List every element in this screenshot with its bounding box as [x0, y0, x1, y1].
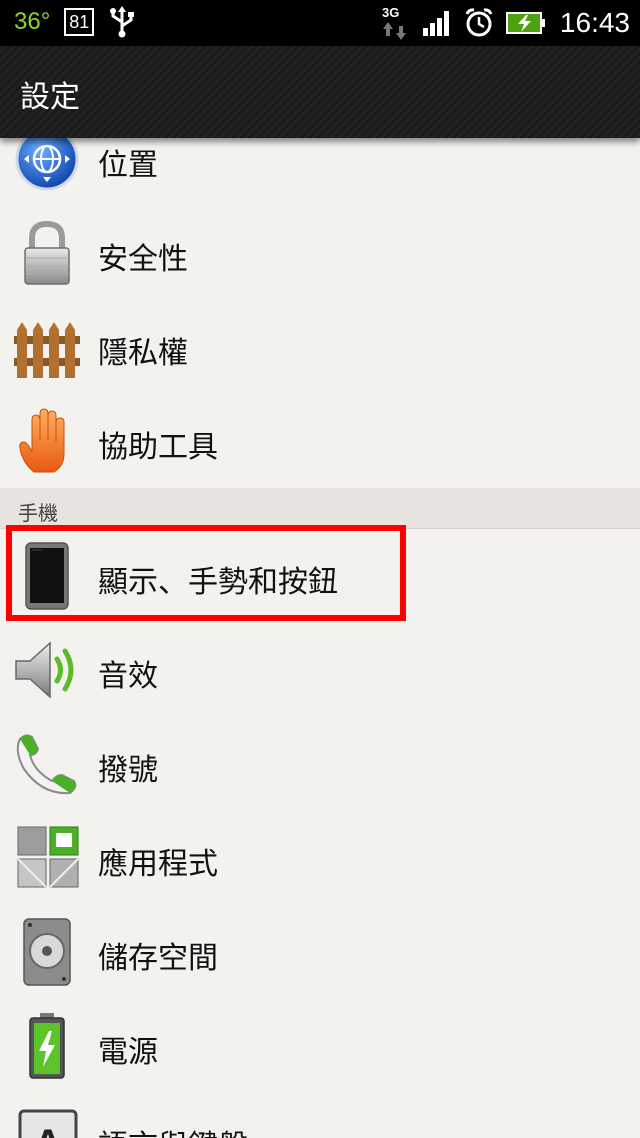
settings-item-label: 位置 [98, 148, 158, 183]
battery-icon [29, 1013, 65, 1079]
settings-item-label: 應用程式 [98, 847, 218, 882]
storage-drive-icon [23, 918, 71, 986]
signal-strength-icon [422, 11, 449, 36]
battery-charging-icon [505, 12, 545, 34]
usb-icon [110, 6, 135, 38]
alarm-icon [465, 8, 493, 37]
settings-list[interactable]: 位置 安全性 隱私權 協助工具 手機 顯示、手勢和按鈕 音效 撥號 應用程式 儲… [0, 138, 640, 1138]
svg-text:A: A [34, 1122, 63, 1138]
settings-item-label: 安全性 [98, 242, 188, 277]
settings-item-apps[interactable]: 應用程式 [0, 811, 640, 906]
settings-item-label: 儲存空間 [98, 941, 218, 976]
clock-time: 16:43 [559, 7, 630, 38]
settings-item-label: 撥號 [98, 753, 158, 788]
settings-item-location[interactable]: 位置 [0, 138, 640, 207]
settings-item-label: 語言與鍵盤 [98, 1121, 248, 1138]
page-title: 設定 [20, 80, 80, 115]
network-3g-icon: 3G [382, 5, 406, 40]
notification-count: 81 [64, 8, 95, 36]
title-bar: 設定 [0, 46, 640, 138]
settings-item-call[interactable]: 撥號 [0, 717, 640, 812]
lock-icon [24, 220, 70, 285]
section-header-label: 手機 [18, 501, 58, 525]
settings-item-language-keyboard[interactable]: A 語言與鍵盤 [0, 1093, 640, 1138]
settings-item-accessibility[interactable]: 協助工具 [0, 394, 640, 489]
settings-item-label: 隱私權 [98, 336, 188, 371]
temperature-text: 36° [14, 8, 51, 35]
fence-icon [14, 322, 80, 378]
settings-item-power[interactable]: 電源 [0, 999, 640, 1094]
settings-item-storage[interactable]: 儲存空間 [0, 905, 640, 1000]
settings-item-sound[interactable]: 音效 [0, 623, 640, 718]
handset-icon [16, 734, 77, 795]
settings-item-label: 協助工具 [98, 430, 218, 465]
svg-text:3G: 3G [382, 5, 399, 20]
phone-display-icon [25, 542, 69, 610]
settings-item-label: 電源 [98, 1035, 158, 1070]
settings-item-privacy[interactable]: 隱私權 [0, 300, 640, 395]
settings-item-display-gestures-buttons[interactable]: 顯示、手勢和按鈕 [0, 529, 640, 624]
speaker-icon [15, 641, 74, 699]
keyboard-letter-icon: A [18, 1109, 78, 1138]
settings-item-label: 音效 [98, 659, 158, 694]
hand-icon [19, 408, 65, 473]
section-header-phone: 手機 [0, 488, 640, 529]
settings-item-security[interactable]: 安全性 [0, 206, 640, 301]
status-bar: 36° 81 3G 16:43 [0, 0, 640, 46]
location-globe-icon [15, 138, 79, 191]
apps-grid-icon [17, 826, 79, 888]
settings-item-label: 顯示、手勢和按鈕 [98, 565, 338, 600]
